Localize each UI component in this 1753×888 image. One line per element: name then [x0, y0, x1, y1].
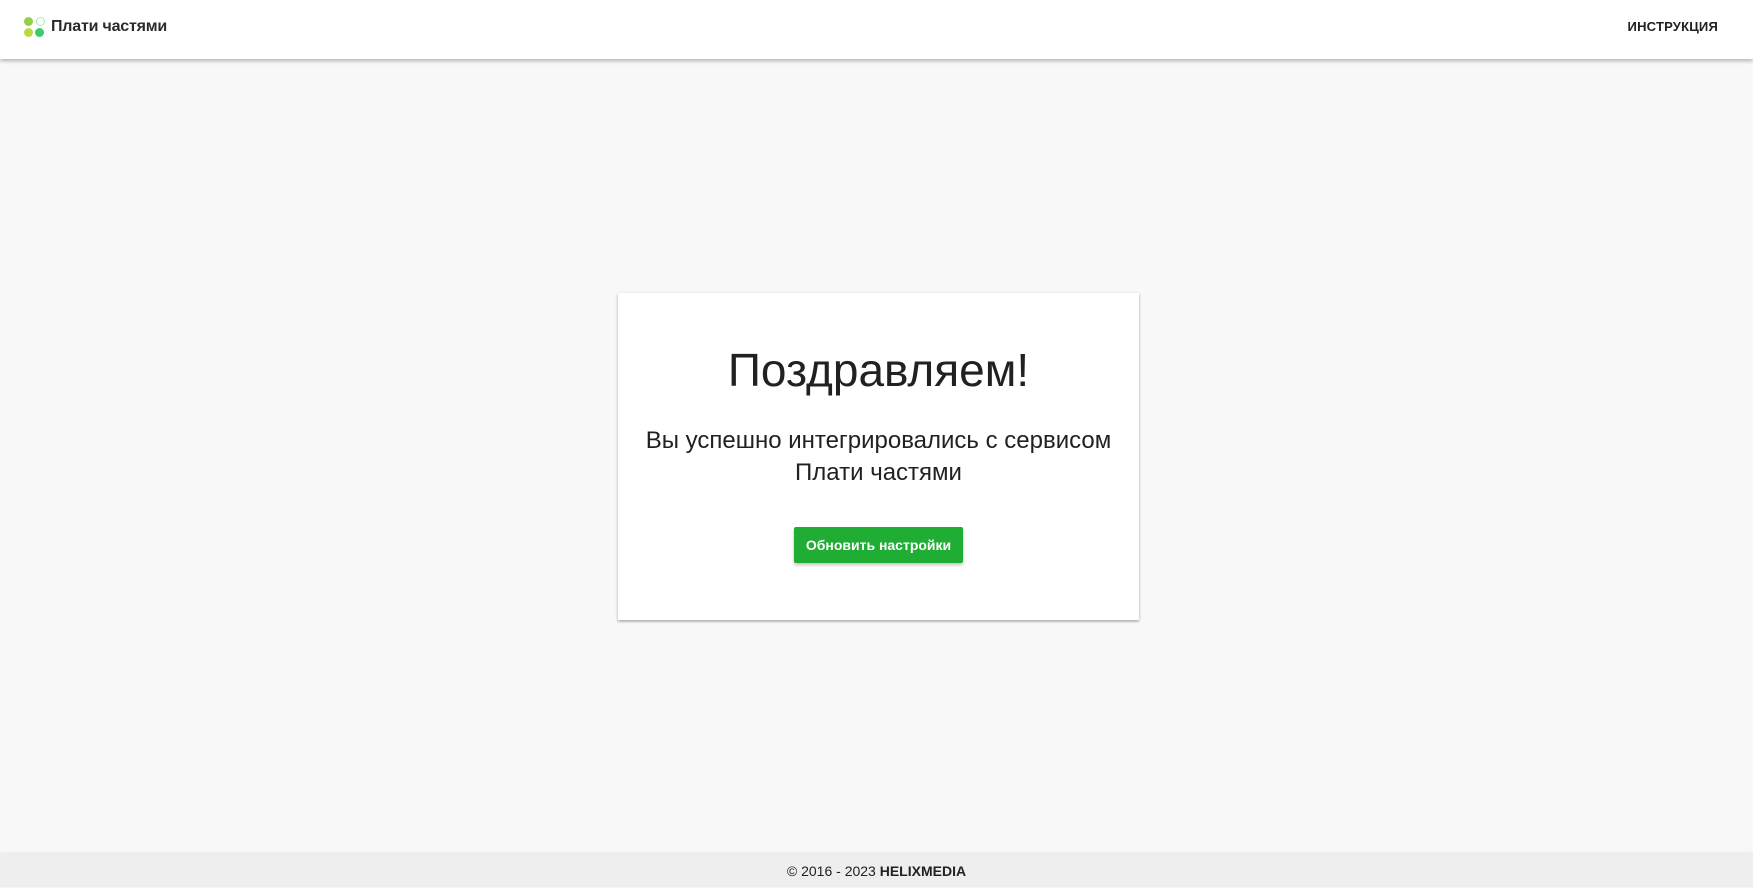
logo-text: Плати частями: [51, 18, 168, 35]
copyright-text: © 2016 - 2023: [786, 863, 880, 879]
success-title: Поздравляем!: [727, 344, 1030, 396]
top-app-bar: Плати частями ИНСТРУКЦИЯ: [0, 0, 1753, 59]
four-dots-logo-icon: [24, 16, 46, 38]
success-card: Поздравляем! Вы успешно интегрировались …: [618, 293, 1139, 620]
footer: © 2016 - 2023 HELIXMEDIA: [0, 854, 1753, 887]
instruction-link[interactable]: ИНСТРУКЦИЯ: [1628, 19, 1718, 34]
update-settings-button[interactable]: Обновить настройки: [794, 526, 963, 563]
success-message: Вы успешно интегрировались с сервисом Пл…: [645, 426, 1112, 486]
company-name: HELIXMEDIA: [879, 863, 967, 879]
logo-link[interactable]: Плати частями: [24, 14, 167, 40]
